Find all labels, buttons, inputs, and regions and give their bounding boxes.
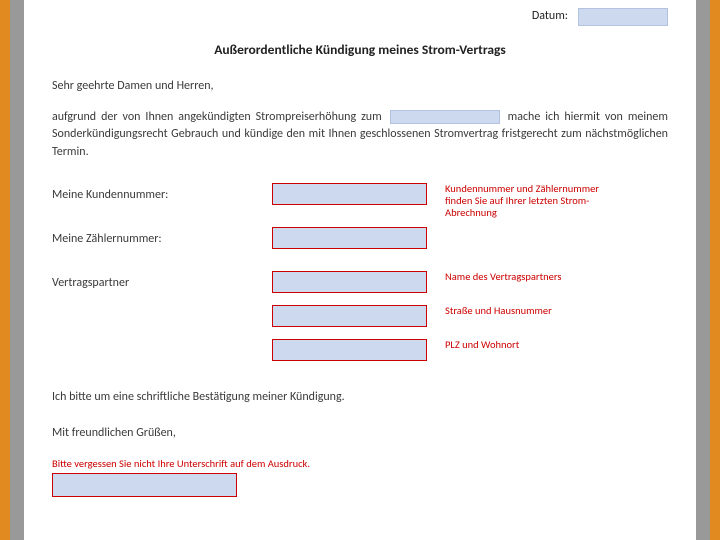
hint-partner-name: Name des Vertragspartners	[445, 271, 561, 283]
row-kundennummer: Meine Kundennummer: Kundennummer und Zäh…	[52, 183, 668, 219]
row-vertragspartner-name: Vertragspartner Name des Vertragspartner…	[52, 271, 668, 297]
label-zaehlernummer: Meine Zählernummer:	[52, 227, 272, 248]
document-title: Außerordentliche Kündigung meines Strom-…	[52, 40, 668, 60]
field-partner-street[interactable]	[272, 305, 427, 327]
field-partner-name[interactable]	[272, 271, 427, 293]
hint-partner-plz: PLZ und Wohnort	[445, 339, 519, 351]
date-label: Datum:	[532, 8, 568, 25]
closing: Mit freundlichen Grüßen,	[52, 425, 668, 442]
row-vertragspartner-strasse: Straße und Hausnummer	[52, 305, 668, 331]
hint-kunden-zaehler: Kundennummer und Zählernummer finden Sie…	[445, 183, 615, 219]
date-field[interactable]	[578, 8, 668, 26]
field-partner-plz[interactable]	[272, 339, 427, 361]
signature-field[interactable]	[52, 473, 237, 497]
body-pre: aufgrund der von Ihnen angekündigten Str…	[52, 110, 387, 124]
signature-hint: Bitte vergessen Sie nicht Ihre Unterschr…	[52, 458, 668, 470]
confirmation-request: Ich bitte um eine schriftliche Bestätigu…	[52, 389, 668, 406]
label-vertragspartner: Vertragspartner	[52, 271, 272, 292]
price-increase-date-field[interactable]	[390, 110, 500, 124]
label-kundennummer: Meine Kundennummer:	[52, 183, 272, 204]
row-zaehlernummer: Meine Zählernummer:	[52, 227, 668, 253]
salutation: Sehr geehrte Damen und Herren,	[52, 78, 668, 95]
field-zaehlernummer[interactable]	[272, 227, 427, 249]
row-vertragspartner-plz: PLZ und Wohnort	[52, 339, 668, 365]
document-page: Datum: Außerordentliche Kündigung meines…	[10, 0, 710, 540]
field-kundennummer[interactable]	[272, 183, 427, 205]
body-paragraph: aufgrund der von Ihnen angekündigten Str…	[52, 109, 668, 161]
hint-partner-street: Straße und Hausnummer	[445, 305, 552, 317]
date-row: Datum:	[52, 8, 668, 26]
